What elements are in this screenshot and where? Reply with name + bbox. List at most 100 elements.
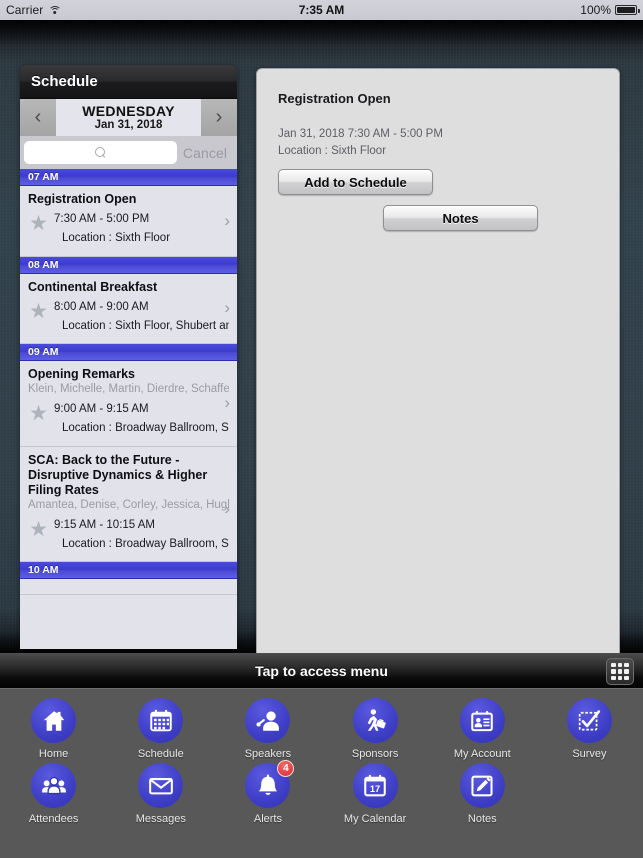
calendar-grid-icon <box>138 698 184 743</box>
star-icon[interactable]: ★ <box>28 403 49 424</box>
drawer-label: Messages <box>135 813 186 825</box>
page-title: Schedule <box>31 73 98 90</box>
event-time: 7:30 AM - 5:00 PM <box>54 213 150 226</box>
event-location: Location : Sixth Floor, Shubert and Ma <box>62 319 229 332</box>
event-title: Continental Breakfast <box>28 279 158 294</box>
drawer-label: My Account <box>453 748 511 760</box>
drawer-item-messages[interactable]: Messages <box>107 763 214 825</box>
app-drawer-row-2: Attendees Messages 4 Alerts 17 My Calend… <box>0 760 643 825</box>
detail-datetime: Jan 31, 2018 7:30 AM - 5:00 PM <box>278 128 443 140</box>
drawer-item-my-account[interactable]: My Account <box>429 698 536 760</box>
star-icon[interactable]: ★ <box>28 519 49 540</box>
checkbox-check-icon <box>566 698 612 743</box>
search-input[interactable] <box>24 141 177 164</box>
event-speakers: Klein, Michelle, Martin, Dierdre, Schaff… <box>28 383 229 396</box>
detail-location: Location : Sixth Floor <box>278 145 387 157</box>
drawer-item-notes[interactable]: Notes <box>429 763 536 825</box>
event-speakers: Amantea, Denise, Corley, Jessica, Hughes… <box>28 499 229 512</box>
current-date-display: WEDNESDAY Jan 31, 2018 <box>56 99 201 136</box>
schedule-list[interactable]: 07 AM Registration Open ★ 7:30 AM - 5:00… <box>20 169 237 649</box>
drawer-item-attendees[interactable]: Attendees <box>0 763 107 825</box>
drawer-item-my-calendar[interactable]: 17 My Calendar <box>322 763 429 825</box>
event-detail-panel: Registration Open Jan 31, 2018 7:30 AM -… <box>256 68 620 653</box>
drawer-label: Notes <box>467 813 497 825</box>
speaker-microphone-icon <box>245 698 291 743</box>
date-navigator: ‹ WEDNESDAY Jan 31, 2018 › <box>20 99 237 136</box>
chevron-right-icon: › <box>224 498 230 518</box>
event-location: Location : Broadway Ballroom, Sixth F <box>62 421 229 434</box>
schedule-list-item[interactable]: Registration Open ★ 7:30 AM - 5:00 PM Lo… <box>20 186 237 257</box>
drawer-item-schedule[interactable]: Schedule <box>107 698 214 760</box>
schedule-list-item[interactable]: Continental Breakfast ★ 8:00 AM - 9:00 A… <box>20 273 237 345</box>
schedule-panel: Schedule ‹ WEDNESDAY Jan 31, 2018 › Canc… <box>20 65 237 649</box>
grid-icon[interactable] <box>606 658 634 685</box>
search-bar: Cancel <box>20 136 237 169</box>
event-meta: 7:30 AM - 5:00 PM Location : Sixth Floor <box>54 211 229 246</box>
star-icon[interactable]: ★ <box>28 213 49 234</box>
hour-header: 09 AM <box>20 344 237 362</box>
event-meta: 9:00 AM - 9:15 AM Location : Broadway Ba… <box>54 401 229 436</box>
drawer-label: Attendees <box>28 813 79 825</box>
cancel-button[interactable]: Cancel <box>177 145 233 161</box>
drawer-item-speakers[interactable]: Speakers <box>214 698 321 760</box>
drawer-label: Sponsors <box>351 748 399 760</box>
home-icon <box>31 698 77 743</box>
drawer-label: My Calendar <box>343 813 407 825</box>
chevron-right-icon: › <box>224 298 230 318</box>
event-meta: 8:00 AM - 9:00 AM Location : Sixth Floor… <box>54 299 229 334</box>
event-body: ★ 9:00 AM - 9:15 AM Location : Broadway … <box>28 401 229 436</box>
clock-label: 7:35 AM <box>298 3 345 17</box>
event-body: ★ 9:15 AM - 10:15 AM Location : Broadway… <box>28 517 229 552</box>
drawer-item-survey[interactable]: Survey <box>536 698 643 760</box>
drawer-item-alerts[interactable]: 4 Alerts <box>214 760 321 825</box>
drawer-item-sponsors[interactable]: Sponsors <box>322 698 429 760</box>
chevron-right-icon[interactable]: › <box>201 99 237 136</box>
menu-access-bar[interactable]: Tap to access menu <box>0 653 643 688</box>
calendar-date-icon: 17 <box>352 763 398 808</box>
schedule-list-item[interactable] <box>20 579 237 596</box>
app-background: Schedule ‹ WEDNESDAY Jan 31, 2018 › Canc… <box>0 20 643 653</box>
battery-full-icon <box>615 5 640 15</box>
chevron-right-icon: › <box>224 210 230 230</box>
star-icon[interactable]: ★ <box>28 301 49 322</box>
pencil-square-icon <box>459 763 505 808</box>
drawer-label: Speakers <box>244 748 292 760</box>
hour-header: 08 AM <box>20 256 237 274</box>
menu-access-label: Tap to access menu <box>255 663 388 679</box>
drawer-label: Schedule <box>137 748 184 760</box>
drawer-item-home[interactable]: Home <box>0 698 107 760</box>
event-title: Opening Remarks <box>28 367 135 382</box>
add-to-schedule-button[interactable]: Add to Schedule <box>278 169 433 195</box>
event-time: 9:15 AM - 10:15 AM <box>54 519 156 532</box>
id-card-icon <box>459 698 505 743</box>
event-title: Registration Open <box>28 192 137 206</box>
chevron-left-icon[interactable]: ‹ <box>20 99 56 136</box>
event-body: ★ 7:30 AM - 5:00 PM Location : Sixth Flo… <box>28 211 229 246</box>
schedule-list-item[interactable]: Opening Remarks Klein, Michelle, Martin,… <box>20 361 237 447</box>
event-time: 8:00 AM - 9:00 AM <box>54 300 149 313</box>
drawer-label: Home <box>38 748 69 760</box>
app-drawer-row-1: Home Schedule Speakers Sponsors My Accou… <box>0 689 643 760</box>
event-title: SCA: Back to the Future - Disruptive Dyn… <box>28 452 208 498</box>
detail-title: Registration Open <box>278 91 391 106</box>
date-label: Jan 31, 2018 <box>94 119 163 132</box>
event-time: 9:00 AM - 9:15 AM <box>54 403 149 416</box>
chevron-right-icon: › <box>224 393 230 413</box>
app-drawer: Home Schedule Speakers Sponsors My Accou… <box>0 688 643 858</box>
notes-button[interactable]: Notes <box>383 205 538 231</box>
search-icon <box>95 147 106 158</box>
drawer-label: Survey <box>572 748 607 760</box>
people-group-icon <box>31 763 77 808</box>
status-badge: 4 <box>277 760 295 777</box>
svg-text:17: 17 <box>370 783 380 793</box>
drawer-label: Alerts <box>253 813 282 825</box>
hour-header: 07 AM <box>20 169 237 186</box>
weekday-label: WEDNESDAY <box>82 102 175 119</box>
status-bar: Carrier 7:35 AM 100% <box>0 0 643 20</box>
event-body: ★ 8:00 AM - 9:00 AM Location : Sixth Flo… <box>28 299 229 334</box>
event-location: Location : Broadway Ballroom, Sixth F <box>62 537 229 550</box>
schedule-list-item[interactable]: SCA: Back to the Future - Disruptive Dyn… <box>20 446 237 563</box>
event-meta: 9:15 AM - 10:15 AM Location : Broadway B… <box>54 517 229 552</box>
person-briefcase-icon <box>352 698 398 743</box>
bell-icon: 4 <box>245 760 295 808</box>
